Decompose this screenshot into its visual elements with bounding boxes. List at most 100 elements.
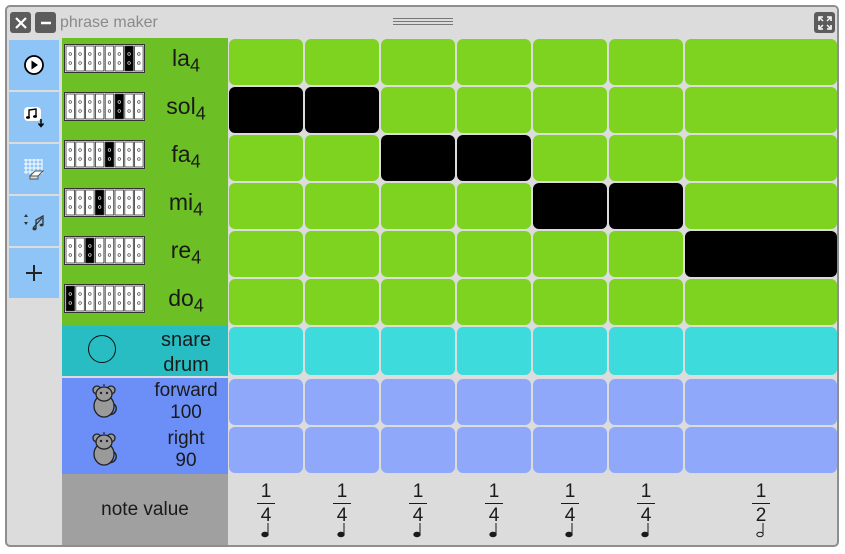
pitch-cell[interactable] [381,39,455,85]
pitch-cell[interactable] [457,87,531,133]
pitch-cell[interactable] [533,39,607,85]
pitch-cell[interactable] [533,135,607,181]
save-button[interactable] [9,92,59,142]
pitch-row-label[interactable]: sol4 [62,86,228,134]
pitch-cell[interactable] [457,231,531,277]
pitch-cell[interactable] [229,183,303,229]
pitch-cell[interactable] [609,39,683,85]
pitch-cell[interactable] [381,279,455,325]
expand-button[interactable] [814,12,835,33]
note-value-numerator: 1 [564,481,576,502]
pitch-cell[interactable] [229,39,303,85]
pitch-cell[interactable] [533,279,607,325]
pitch-cell[interactable] [533,87,607,133]
pitch-cell[interactable] [305,135,379,181]
pitch-cell-selected[interactable] [533,183,607,229]
action-cell[interactable] [305,427,379,473]
pitch-cell[interactable] [305,183,379,229]
action-cell[interactable] [229,427,303,473]
drum-cell[interactable] [609,327,683,375]
action-cell[interactable] [685,379,837,425]
pitch-cell[interactable] [685,39,837,85]
drum-cell[interactable] [685,327,837,375]
action-cell[interactable] [533,427,607,473]
pitch-cell[interactable] [305,279,379,325]
play-button[interactable] [9,40,59,90]
fraction-bar [409,503,427,504]
erase-button[interactable] [9,144,59,194]
note-value-cell[interactable]: 14 [550,482,590,544]
half-note-icon [756,522,768,538]
note-value-cell[interactable]: 14 [398,482,438,544]
pitch-row-label[interactable]: re4 [62,230,228,278]
pitch-cell[interactable] [229,279,303,325]
action-cell[interactable] [685,427,837,473]
action-row-label[interactable]: right 90 [62,426,228,474]
drum-cell[interactable] [533,327,607,375]
action-row-label[interactable]: forward 100 [62,378,228,426]
pitch-row-label[interactable]: do4 [62,278,228,326]
pitch-cell[interactable] [609,135,683,181]
pitch-cell[interactable] [685,279,837,325]
pitch-name: re4 [144,237,228,269]
action-cell[interactable] [609,427,683,473]
action-cell[interactable] [381,427,455,473]
pitch-cell[interactable] [457,183,531,229]
mini-keyboard-icon [64,140,145,169]
close-button[interactable] [10,12,31,33]
note-value-cell[interactable]: 14 [626,482,666,544]
pitch-cell[interactable] [609,87,683,133]
pitch-cell-selected[interactable] [381,135,455,181]
minimize-button[interactable] [35,12,56,33]
drum-cell[interactable] [457,327,531,375]
action-cell[interactable] [533,379,607,425]
close-icon [14,16,27,29]
pitch-cell[interactable] [305,231,379,277]
pitch-cell[interactable] [609,279,683,325]
pitch-row-label[interactable]: mi4 [62,182,228,230]
pitch-cell[interactable] [381,183,455,229]
pitch-cell[interactable] [685,87,837,133]
pitch-cell-selected[interactable] [457,135,531,181]
title-bar[interactable]: phrase maker [7,7,837,38]
pitch-cell-selected[interactable] [685,231,837,277]
pitch-row-label[interactable]: fa4 [62,134,228,182]
pitch-cell[interactable] [685,135,837,181]
pitch-cell[interactable] [533,231,607,277]
sort-button[interactable] [9,196,59,246]
action-cell[interactable] [305,379,379,425]
sidebar [8,38,59,298]
pitch-cell-selected[interactable] [609,183,683,229]
pitch-cell-selected[interactable] [305,87,379,133]
action-cell[interactable] [381,379,455,425]
drum-cell[interactable] [229,327,303,375]
pitch-cell-selected[interactable] [229,87,303,133]
pitch-cell[interactable] [609,231,683,277]
pitch-cell[interactable] [229,135,303,181]
pitch-cell[interactable] [305,39,379,85]
pitch-cell[interactable] [229,231,303,277]
add-note-button[interactable] [9,248,59,298]
fraction-bar [637,503,655,504]
action-cell[interactable] [609,379,683,425]
pitch-name: mi4 [144,189,228,221]
note-value-cell[interactable]: 14 [474,482,514,544]
pitch-cell[interactable] [457,279,531,325]
note-value-cell[interactable]: 14 [322,482,362,544]
drum-cell[interactable] [305,327,379,375]
pitch-cell[interactable] [381,87,455,133]
pitch-cell[interactable] [381,231,455,277]
pitch-cell[interactable] [457,39,531,85]
drum-cell[interactable] [381,327,455,375]
mini-keyboard-icon [64,92,145,121]
action-cell[interactable] [457,379,531,425]
pitch-row-label[interactable]: la4 [62,38,228,86]
note-value-numerator: 1 [260,481,272,502]
note-value-cell[interactable]: 14 [246,482,286,544]
note-value-cell[interactable]: 12 [741,482,781,544]
drum-row-label[interactable]: snare drum [62,326,228,376]
drag-handle[interactable] [393,18,453,27]
action-cell[interactable] [457,427,531,473]
pitch-cell[interactable] [685,183,837,229]
action-cell[interactable] [229,379,303,425]
